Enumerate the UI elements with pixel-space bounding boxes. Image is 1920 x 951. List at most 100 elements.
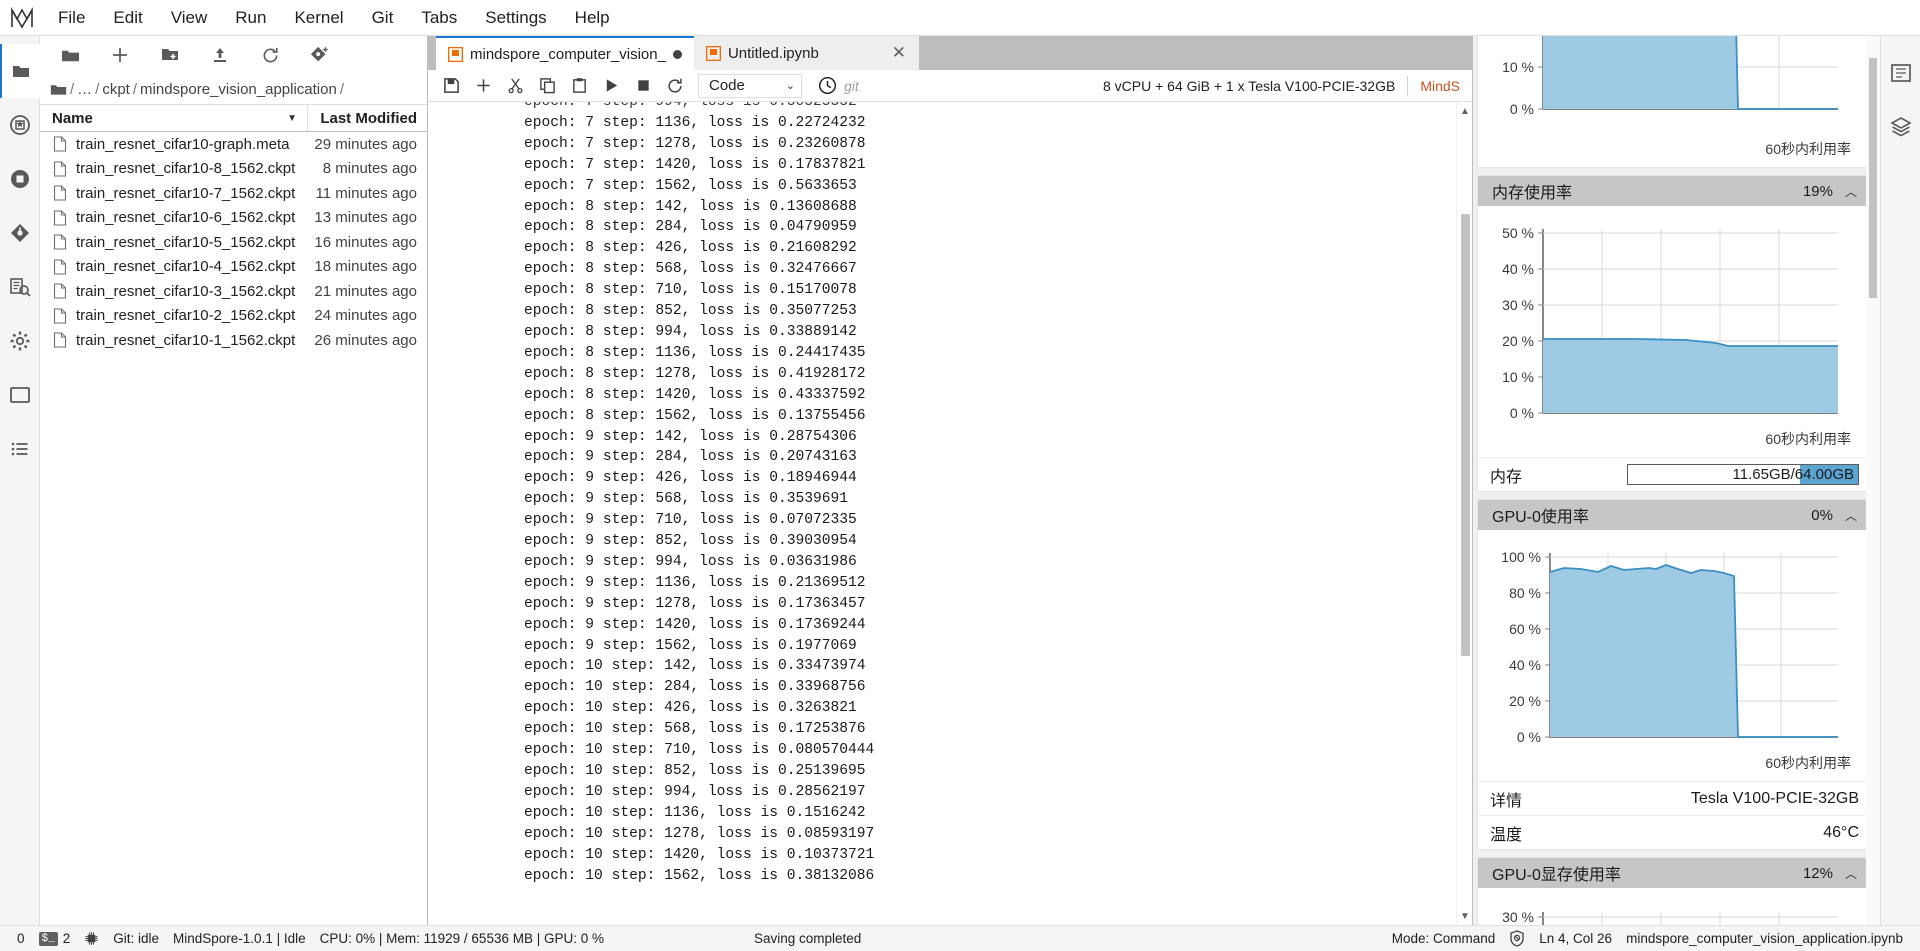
file-list-item[interactable]: train_resnet_cifar10-8_1562.ckpt 8 minute…	[40, 157, 427, 182]
resource-panel-scrollbar[interactable]	[1866, 36, 1880, 925]
new-launcher-button[interactable]	[96, 40, 144, 70]
svg-text:80 %: 80 %	[1509, 585, 1541, 601]
file-name: train_resnet_cifar10-2_1562.ckpt	[76, 307, 296, 325]
column-header-last-modified[interactable]: Last Modified	[307, 105, 427, 131]
sidebar-item-running[interactable]	[0, 98, 40, 152]
file-list-item[interactable]: train_resnet_cifar10-6_1562.ckpt 13 minut…	[40, 206, 427, 231]
tab-dirty-indicator[interactable]	[672, 49, 682, 59]
sidebar-item-layers[interactable]	[1881, 100, 1920, 154]
restart-kernel-button[interactable]	[660, 73, 690, 99]
status-save-state: Saving completed	[754, 931, 862, 946]
status-chip-icon[interactable]	[77, 926, 106, 951]
file-icon	[52, 332, 68, 348]
sidebar-item-file-browser[interactable]	[0, 44, 40, 98]
status-kernel-state[interactable]: MindSpore-1.0.1 | Idle	[166, 926, 313, 951]
memory-usage-header[interactable]: 内存使用率 19% ︿	[1478, 176, 1871, 206]
new-folder-button[interactable]	[146, 40, 194, 70]
gpu-usage-percent: 0%	[1811, 506, 1833, 524]
sidebar-item-git[interactable]	[0, 206, 40, 260]
file-list-item[interactable]: train_resnet_cifar10-2_1562.ckpt 24 minut…	[40, 304, 427, 329]
gpu-memory-usage-card: GPU-0显存使用率 12% ︿ 30 %	[1477, 857, 1872, 925]
file-browser-root-folder-icon[interactable]	[46, 40, 94, 70]
scroll-down-icon[interactable]: ▼	[1457, 907, 1472, 925]
kernel-spec-label[interactable]: 8 vCPU + 64 GiB + 1 x Tesla V100-PCIE-32…	[1103, 78, 1395, 94]
cut-button[interactable]	[500, 73, 530, 99]
file-list-item[interactable]: train_resnet_cifar10-5_1562.ckpt 16 minut…	[40, 230, 427, 255]
output-line: epoch: 8 step: 1278, loss is 0.41928172	[524, 365, 866, 382]
menu-file[interactable]: File	[44, 4, 99, 32]
sidebar-item-toc[interactable]	[0, 422, 40, 476]
sidebar-item-property-inspector[interactable]	[1881, 46, 1920, 100]
clock-icon[interactable]	[812, 73, 842, 99]
svg-text:0 %: 0 %	[1510, 405, 1534, 421]
tab-untitled-ipynb[interactable]: Untitled.ipynb ✕	[693, 36, 919, 70]
status-kernel-count[interactable]: 0	[10, 926, 32, 951]
status-trust-badge[interactable]	[1502, 926, 1532, 951]
tab-label: Untitled.ipynb	[727, 44, 819, 62]
scrollbar-thumb[interactable]	[1461, 214, 1470, 656]
breadcrumb-home-icon[interactable]	[50, 81, 67, 98]
output-line: epoch: 10 step: 1420, loss is 0.10373721	[524, 846, 875, 863]
status-git[interactable]: Git: idle	[106, 926, 166, 951]
sidebar-item-extensions[interactable]	[0, 260, 40, 314]
status-terminal-count[interactable]: $_ 2	[32, 926, 78, 951]
insert-cell-button[interactable]	[468, 73, 498, 99]
svg-text:60 %: 60 %	[1509, 621, 1541, 637]
git-clone-button[interactable]	[296, 40, 344, 70]
output-line: epoch: 8 step: 710, loss is 0.15170078	[524, 282, 857, 299]
notebook-scrollbar[interactable]: ▲ ▼	[1456, 102, 1472, 925]
output-line: epoch: 9 step: 142, loss is 0.28754306	[524, 428, 857, 445]
breadcrumb-ellipsis[interactable]: …	[77, 81, 92, 98]
menu-view[interactable]: View	[157, 4, 222, 32]
chevron-up-icon[interactable]: ︿	[1845, 865, 1857, 882]
gpu-usage-header[interactable]: GPU-0使用率 0% ︿	[1478, 500, 1871, 530]
refresh-button[interactable]	[246, 40, 294, 70]
close-icon[interactable]: ✕	[891, 43, 907, 63]
menu-edit[interactable]: Edit	[99, 4, 156, 32]
file-list-item[interactable]: train_resnet_cifar10-1_1562.ckpt 26 minut…	[40, 328, 427, 353]
resource-monitor-panel: CPU使用率 ︿ 20 %10 %0 %	[1472, 36, 1880, 925]
svg-text:30 %: 30 %	[1502, 297, 1534, 313]
chevron-up-icon[interactable]: ︿	[1845, 507, 1857, 524]
save-button[interactable]	[436, 73, 466, 99]
notebook-dock-area: mindspore_computer_vision_ Untitled.ipyn…	[428, 36, 1472, 925]
file-list-item[interactable]: train_resnet_cifar10-graph.meta 29 minute…	[40, 132, 427, 157]
file-list-item[interactable]: train_resnet_cifar10-4_1562.ckpt 18 minut…	[40, 255, 427, 280]
status-filename: mindspore_computer_vision_application.ip…	[1626, 931, 1903, 946]
sidebar-item-settings[interactable]	[0, 314, 40, 368]
output-line: epoch: 9 step: 1278, loss is 0.17363457	[524, 595, 866, 612]
sidebar-item-kernels[interactable]	[0, 152, 40, 206]
breadcrumb-mindspore-vision-application[interactable]: mindspore_vision_application	[140, 81, 337, 98]
menu-settings[interactable]: Settings	[471, 4, 560, 32]
menu-git[interactable]: Git	[358, 4, 408, 32]
scrollbar-thumb[interactable]	[1869, 58, 1877, 298]
menu-tabs[interactable]: Tabs	[407, 4, 471, 32]
cell-type-select[interactable]: Code ⌄	[698, 73, 802, 98]
file-list-item[interactable]: train_resnet_cifar10-7_1562.ckpt 11 minut…	[40, 181, 427, 206]
kernel-name-label[interactable]: MindS	[1420, 78, 1460, 94]
menu-run[interactable]: Run	[221, 4, 280, 32]
scroll-up-icon[interactable]: ▲	[1457, 102, 1472, 120]
menu-help[interactable]: Help	[561, 4, 624, 32]
upload-button[interactable]	[196, 40, 244, 70]
output-line: epoch: 7 step: 1278, loss is 0.23260878	[524, 135, 866, 152]
paste-button[interactable]	[564, 73, 594, 99]
sidebar-item-open-folder[interactable]	[0, 368, 40, 422]
chevron-up-icon[interactable]: ︿	[1845, 183, 1857, 200]
breadcrumb-sep-2: /	[132, 80, 138, 98]
copy-button[interactable]	[532, 73, 562, 99]
file-modified: 29 minutes ago	[314, 135, 417, 153]
stop-button[interactable]	[628, 73, 658, 99]
file-name: train_resnet_cifar10-6_1562.ckpt	[76, 209, 296, 227]
status-cursor-position[interactable]: Ln 4, Col 26	[1532, 926, 1619, 951]
file-list: train_resnet_cifar10-graph.meta 29 minute…	[40, 132, 427, 925]
file-list-item[interactable]: train_resnet_cifar10-3_1562.ckpt 21 minut…	[40, 279, 427, 304]
menu-kernel[interactable]: Kernel	[280, 4, 357, 32]
tab-mindspore-computer-vision[interactable]: mindspore_computer_vision_	[436, 36, 694, 70]
file-name: train_resnet_cifar10-5_1562.ckpt	[76, 233, 296, 251]
notebook-icon	[448, 46, 463, 62]
gpu-memory-usage-header[interactable]: GPU-0显存使用率 12% ︿	[1478, 858, 1871, 888]
run-button[interactable]	[596, 73, 626, 99]
column-header-name[interactable]: Name ▼	[40, 110, 307, 127]
breadcrumb-ckpt[interactable]: ckpt	[102, 81, 130, 98]
